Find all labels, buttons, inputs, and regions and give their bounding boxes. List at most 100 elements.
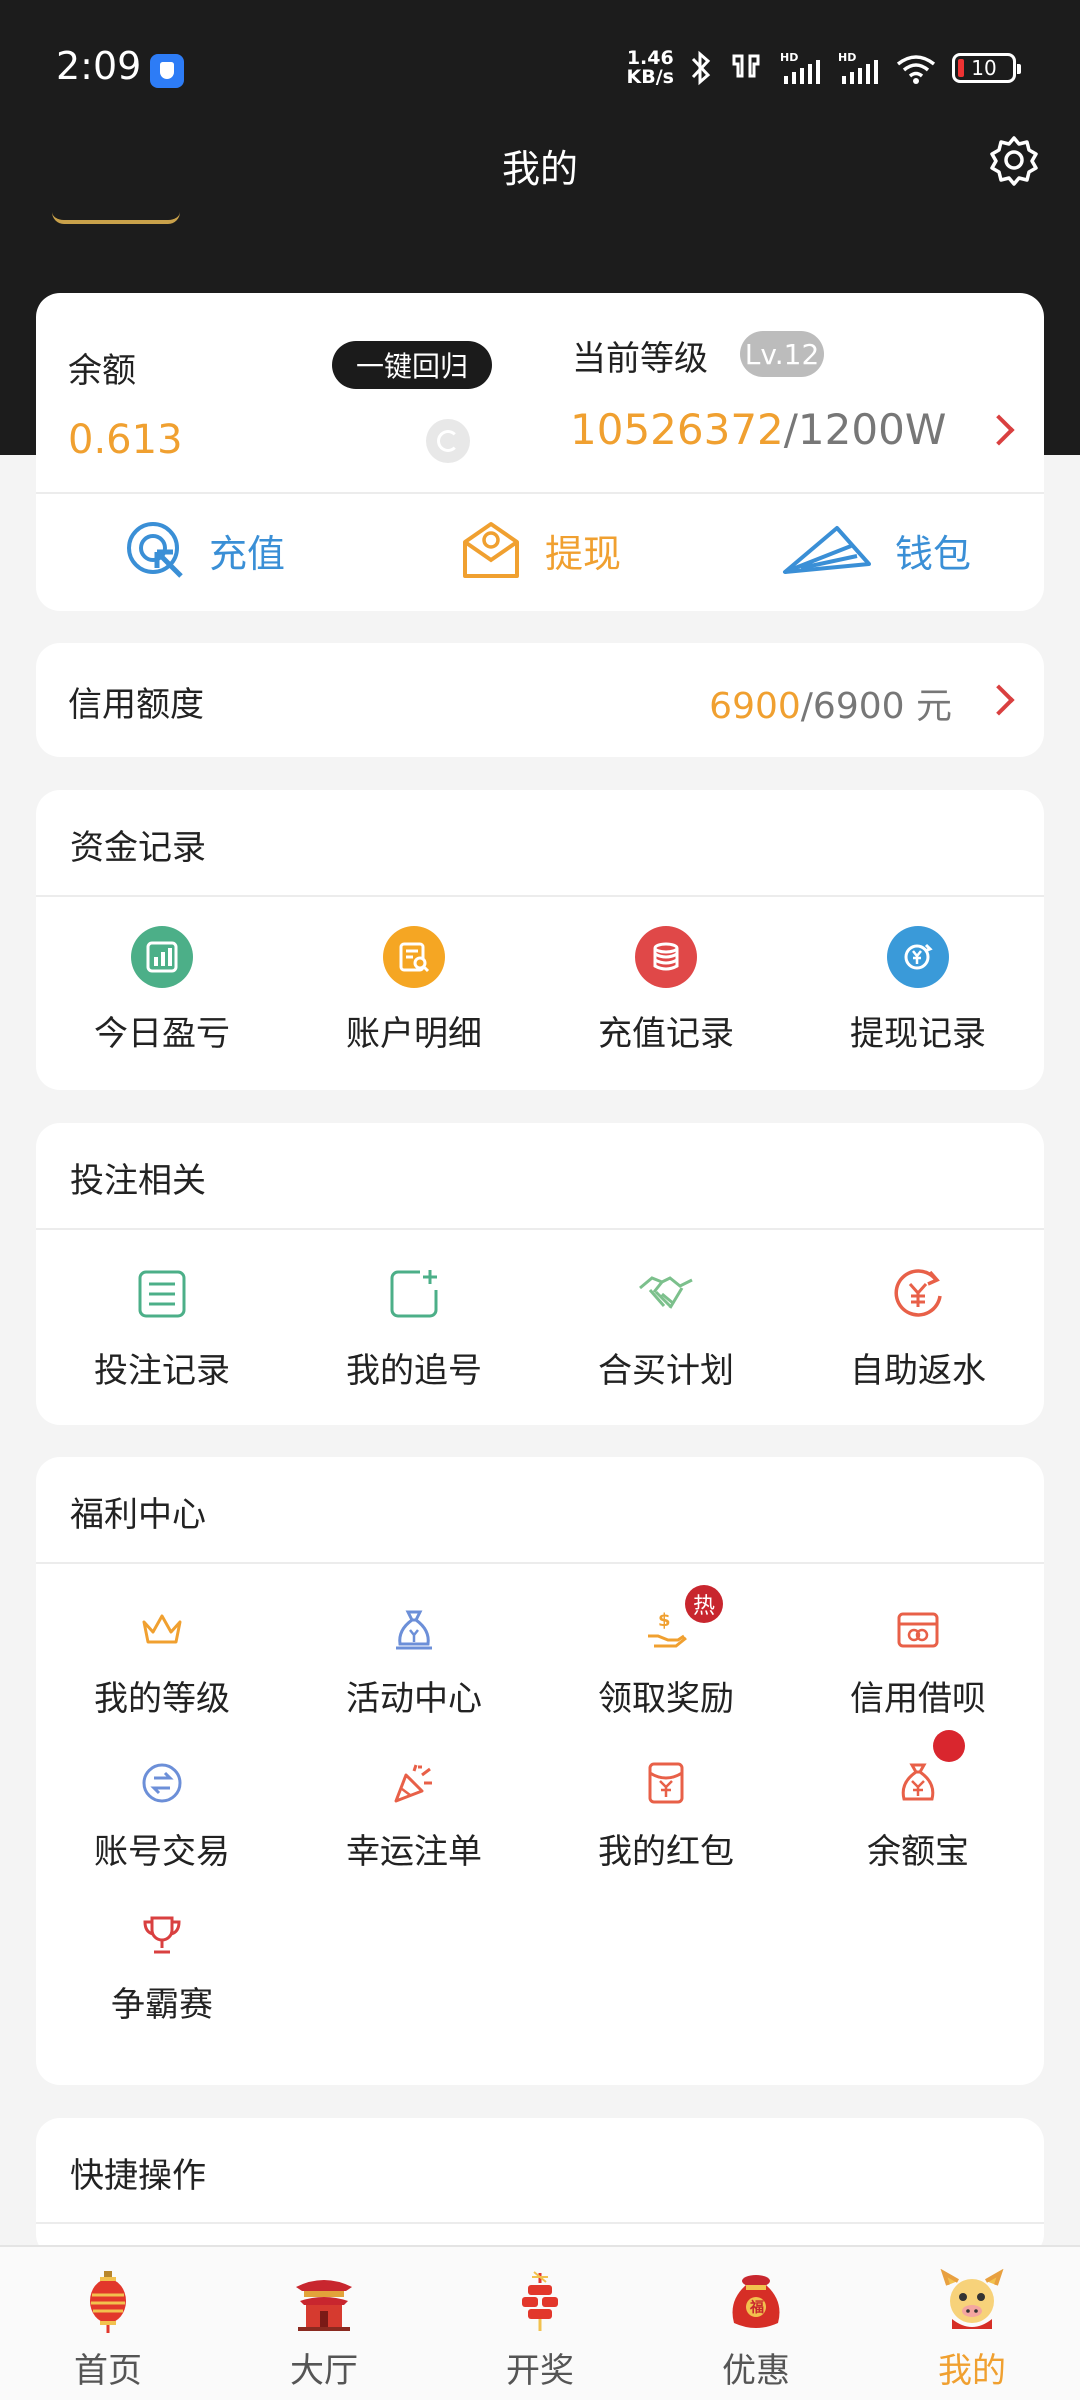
- withdraw-icon: [462, 522, 519, 578]
- balance-treasure-label: 余额宝: [867, 1832, 969, 1872]
- battery-indicator: 10: [952, 53, 1021, 83]
- one-key-return-button[interactable]: 一键回归: [332, 341, 492, 389]
- credit-card-icon: [887, 1607, 949, 1653]
- recharge-label: 充值: [208, 531, 285, 576]
- earbuds-icon: [732, 54, 760, 78]
- shortcuts-card: 快捷操作: [36, 2118, 1044, 2258]
- tab-lottery[interactable]: 开奖: [432, 2247, 648, 2400]
- title-bar: 我的: [0, 130, 1080, 200]
- tournament-item[interactable]: 争霸赛: [36, 1913, 288, 2026]
- account-trade-item[interactable]: 账号交易: [36, 1760, 288, 1873]
- wallet-label: 钱包: [894, 531, 971, 576]
- add-note-icon: [383, 1263, 445, 1325]
- yen-cycle-icon: [887, 926, 949, 988]
- fund-records-divider: [36, 895, 1044, 897]
- activity-center-item[interactable]: 活动中心: [288, 1607, 540, 1720]
- network-speed-unit: KB/s: [626, 66, 674, 88]
- fund-records-title: 资金记录: [70, 828, 206, 868]
- today-profit-label: 今日盈亏: [94, 1014, 230, 1054]
- wifi-icon: [896, 55, 936, 84]
- welfare-title: 福利中心: [70, 1495, 206, 1535]
- shortcuts-divider: [36, 2222, 1044, 2224]
- wallet-button[interactable]: 钱包: [708, 493, 1044, 607]
- mascot-icon: [940, 2269, 1004, 2329]
- trophy-icon: [131, 1913, 193, 1959]
- claim-reward-item[interactable]: $ 热 领取奖励: [540, 1585, 792, 1720]
- shortcuts-title: 快捷操作: [70, 2156, 206, 2196]
- tab-lobby[interactable]: 大厅: [216, 2247, 432, 2400]
- lucky-bag-icon: 福: [732, 2275, 780, 2328]
- level-chevron-right-icon[interactable]: [983, 414, 1015, 446]
- tab-mine-label: 我的: [938, 2351, 1006, 2391]
- claim-reward-label: 领取奖励: [598, 1679, 734, 1719]
- withdraw-records-label: 提现记录: [850, 1014, 986, 1054]
- withdraw-records-item[interactable]: 提现记录: [792, 926, 1044, 1055]
- betting-divider: [36, 1228, 1044, 1230]
- today-profit-item[interactable]: 今日盈亏: [36, 926, 288, 1055]
- recharge-button[interactable]: 充值: [36, 493, 372, 607]
- lucky-bet-item[interactable]: 幸运注单: [288, 1760, 540, 1873]
- lantern-icon: [90, 2271, 126, 2333]
- refresh-icon[interactable]: [426, 419, 470, 463]
- svg-text:HD: HD: [780, 51, 798, 64]
- shield-app-icon: [150, 54, 184, 88]
- bottom-tab-bar: 首页 大厅 开奖 福 优惠 我的: [0, 2245, 1080, 2400]
- welfare-grid: 我的等级 活动中心 $ 热 领取奖励 信用借呗 账号交易 幸运注单 我的红包 余额: [36, 1585, 1044, 2026]
- self-rebate-item[interactable]: 自助返水: [792, 1263, 1044, 1392]
- tournament-label: 争霸赛: [111, 1985, 213, 2025]
- chart-icon: [131, 926, 193, 988]
- party-popper-icon: [383, 1760, 445, 1806]
- crown-icon: [131, 1607, 193, 1653]
- balance-label: 余额: [68, 351, 136, 391]
- signal-icon-sim2: HD: [838, 51, 878, 84]
- svg-text:$: $: [658, 1610, 671, 1631]
- money-bag-icon: [383, 1607, 445, 1653]
- tab-lottery-label: 开奖: [506, 2351, 574, 2391]
- svg-text:福: 福: [749, 2299, 764, 2316]
- settings-gear-icon[interactable]: [984, 130, 1044, 190]
- my-red-envelope-label: 我的红包: [598, 1832, 734, 1872]
- temple-icon: [296, 2280, 352, 2331]
- credit-loan-item[interactable]: 信用借呗: [792, 1607, 1044, 1720]
- credit-chevron-right-icon[interactable]: [983, 684, 1015, 716]
- bet-records-item[interactable]: 投注记录: [36, 1263, 288, 1392]
- red-envelope-icon: [635, 1760, 697, 1806]
- my-red-envelope-item[interactable]: 我的红包: [540, 1760, 792, 1873]
- avatar-frame-edge: [52, 212, 180, 224]
- tab-promotions-label: 优惠: [722, 2351, 790, 2391]
- reward-hand-icon: $ 热: [635, 1585, 723, 1653]
- credit-limit-value: 6900/6900 元: [709, 677, 952, 729]
- tab-promotions[interactable]: 福 优惠: [648, 2247, 864, 2400]
- bluetooth-icon: [691, 50, 711, 86]
- account-details-item[interactable]: 账户明细: [288, 926, 540, 1055]
- firecracker-icon: [522, 2271, 558, 2331]
- balance-card: 余额 0.613 一键回归 当前等级 Lv.12 10526372/1200W …: [36, 293, 1044, 611]
- svg-text:HD: HD: [838, 51, 856, 64]
- page-title: 我的: [501, 147, 578, 191]
- withdraw-button[interactable]: 提现: [372, 493, 708, 607]
- my-chase-item[interactable]: 我的追号: [288, 1263, 540, 1392]
- tab-home[interactable]: 首页: [0, 2247, 216, 2400]
- credit-limit-total: /6900 元: [800, 686, 952, 727]
- betting-grid: 投注记录 我的追号 合买计划 自助返水: [36, 1263, 1044, 1392]
- recharge-records-label: 充值记录: [598, 1014, 734, 1054]
- statement-icon: [383, 926, 445, 988]
- status-bar: 2:09 1.46 KB/s HD HD 10: [0, 0, 1080, 140]
- balance-treasure-item[interactable]: 余额宝: [792, 1730, 1044, 1873]
- recharge-records-item[interactable]: 充值记录: [540, 926, 792, 1055]
- credit-limit-row[interactable]: 信用额度 6900/6900 元: [36, 643, 1044, 757]
- welfare-divider: [36, 1562, 1044, 1564]
- group-buy-item[interactable]: 合买计划: [540, 1263, 792, 1392]
- level-label: 当前等级: [572, 339, 708, 379]
- my-level-label: 我的等级: [94, 1679, 230, 1719]
- tab-mine[interactable]: 我的: [864, 2247, 1080, 2400]
- yen-refresh-icon: [887, 1263, 949, 1325]
- credit-limit-label: 信用额度: [68, 685, 204, 725]
- my-level-item[interactable]: 我的等级: [36, 1607, 288, 1720]
- exchange-icon: [131, 1760, 193, 1806]
- credit-loan-label: 信用借呗: [850, 1679, 986, 1719]
- my-chase-label: 我的追号: [346, 1351, 482, 1391]
- level-progress[interactable]: 10526372/1200W: [570, 405, 946, 454]
- status-time: 2:09: [56, 44, 142, 88]
- lucky-bet-label: 幸运注单: [346, 1832, 482, 1872]
